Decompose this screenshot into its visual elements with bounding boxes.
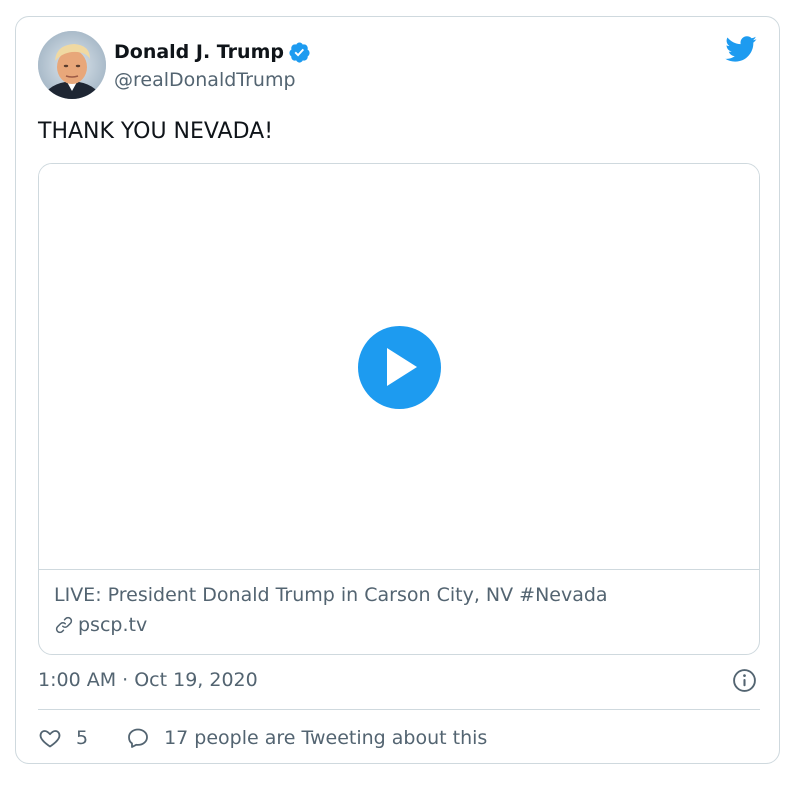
verified-badge-icon — [289, 41, 310, 63]
play-button[interactable] — [358, 326, 441, 409]
twitter-logo-icon[interactable] — [724, 35, 757, 63]
media-card[interactable]: LIVE: President Donald Trump in Carson C… — [38, 163, 760, 655]
play-icon — [387, 348, 417, 386]
tweet-text: THANK YOU NEVADA! — [38, 119, 274, 144]
card-domain: pscp.tv — [78, 614, 148, 636]
info-icon[interactable] — [732, 668, 757, 693]
conversation-text: 17 people are Tweeting about this — [164, 727, 488, 749]
tweet-card: Donald J. Trump @realDonaldTrump THANK Y… — [15, 16, 780, 764]
card-title[interactable]: LIVE: President Donald Trump in Carson C… — [54, 582, 608, 608]
actions-row: 5 17 people are Tweeting about this — [38, 723, 487, 753]
tweet-timestamp[interactable]: 1:00 AM · Oct 19, 2020 — [38, 667, 258, 693]
conversation-link[interactable]: 17 people are Tweeting about this — [126, 725, 487, 751]
comment-icon — [128, 728, 148, 748]
avatar[interactable] — [38, 31, 106, 99]
like-count: 5 — [76, 727, 89, 749]
author-name[interactable]: Donald J. Trump — [114, 39, 284, 65]
author-name-row: Donald J. Trump — [114, 39, 311, 65]
card-domain-row[interactable]: pscp.tv — [54, 612, 147, 638]
heart-icon — [39, 730, 61, 748]
divider — [38, 709, 760, 710]
avatar-image — [38, 31, 106, 99]
like-button[interactable]: 5 — [38, 725, 88, 751]
video-player[interactable] — [39, 164, 759, 570]
author-handle[interactable]: @realDonaldTrump — [114, 67, 296, 93]
link-icon — [55, 616, 73, 634]
